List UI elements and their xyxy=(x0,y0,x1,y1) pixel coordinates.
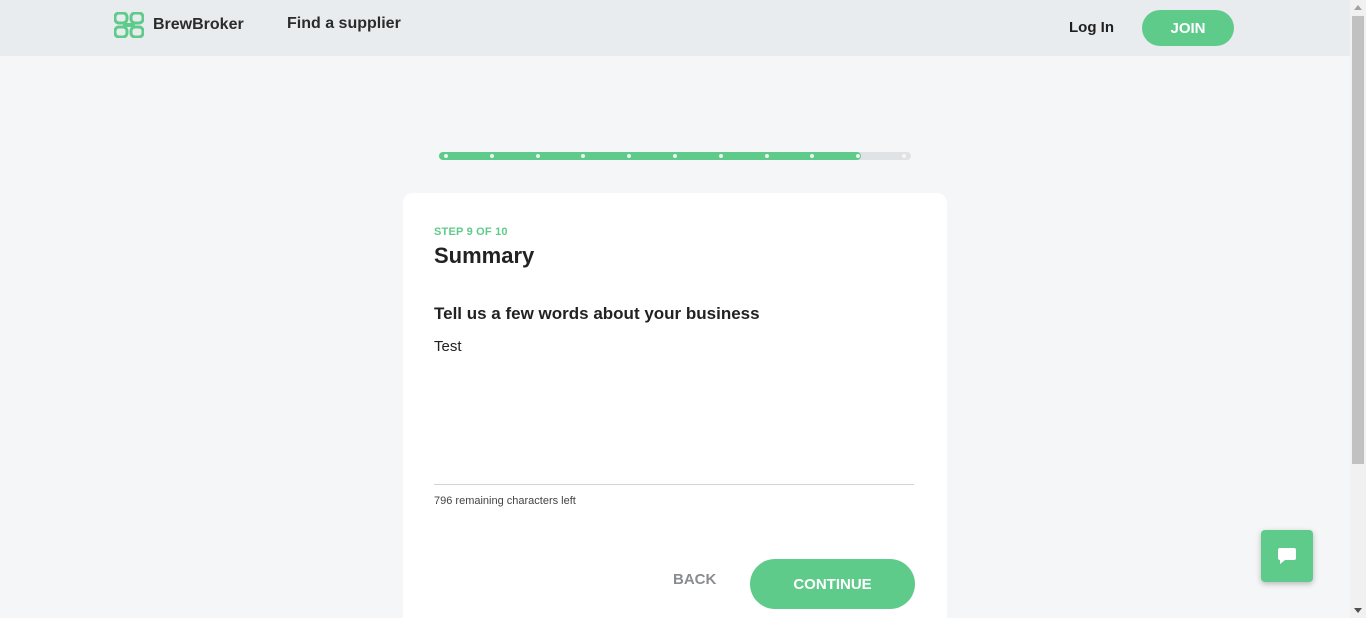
step-indicator: STEP 9 OF 10 xyxy=(434,226,508,238)
form-card: STEP 9 OF 10 Summary Tell us a few words… xyxy=(403,193,947,618)
progress-fill xyxy=(439,152,862,160)
business-description-input[interactable] xyxy=(434,338,914,485)
progress-step-dot xyxy=(902,154,906,158)
nav-find-supplier[interactable]: Find a supplier xyxy=(287,15,401,33)
progress-step-dot xyxy=(444,154,448,158)
progress-step-dot xyxy=(764,154,769,158)
progress-step-dot xyxy=(718,154,723,158)
progress-step-dot xyxy=(673,154,677,158)
top-header: BrewBroker Find a supplier Log In JOIN xyxy=(0,0,1350,56)
brewbroker-logo-icon xyxy=(114,12,144,38)
progress-step-dot xyxy=(535,154,540,158)
scrollbar-thumb[interactable] xyxy=(1352,16,1364,464)
page-title: Summary xyxy=(434,243,535,268)
progress-step-dot xyxy=(489,154,494,158)
step-progress-bar xyxy=(439,152,911,160)
chat-icon xyxy=(1278,548,1296,564)
continue-button[interactable]: CONTINUE xyxy=(750,559,915,609)
character-counter: 796 remaining characters left xyxy=(434,495,576,507)
scroll-up-arrow-icon[interactable] xyxy=(1354,5,1362,10)
brand-name: BrewBroker xyxy=(153,16,244,33)
scroll-down-arrow-icon[interactable] xyxy=(1354,608,1362,613)
login-link[interactable]: Log In xyxy=(1069,19,1114,36)
brand-logo[interactable]: BrewBroker xyxy=(114,12,244,38)
back-button[interactable]: BACK xyxy=(673,571,716,588)
join-button[interactable]: JOIN xyxy=(1142,10,1234,46)
page-scrollbar[interactable] xyxy=(1350,0,1366,618)
chat-button[interactable] xyxy=(1261,530,1313,582)
question-label: Tell us a few words about your business xyxy=(434,304,760,323)
